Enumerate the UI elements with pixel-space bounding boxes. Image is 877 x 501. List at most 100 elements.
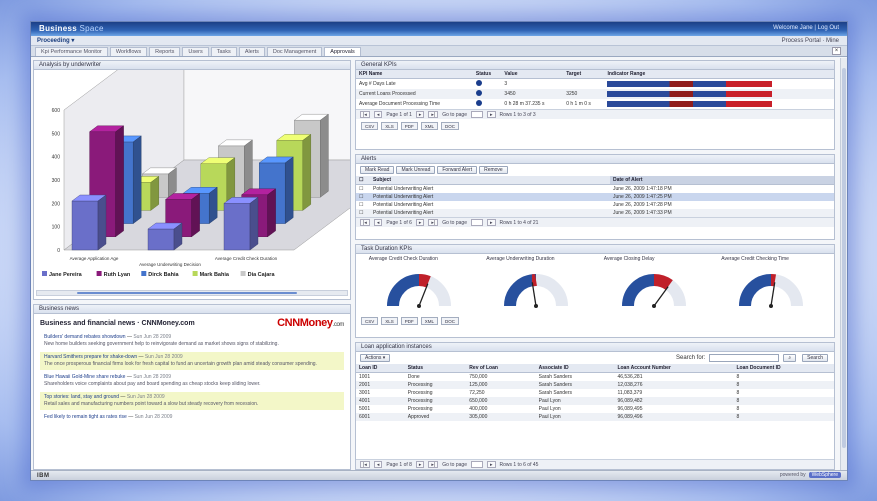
- export-csv-button[interactable]: CSV: [361, 122, 379, 130]
- loan-col-5[interactable]: Loan Document ID: [733, 364, 834, 373]
- col-subject[interactable]: Subject: [370, 176, 610, 185]
- news-item[interactable]: Top stories: land, stay and ground — Sun…: [40, 392, 344, 410]
- news-title[interactable]: Builders' demand rebates showdown: [44, 334, 126, 340]
- select-all-checkbox[interactable]: ☐: [356, 176, 370, 185]
- loan-id[interactable]: 6001: [356, 413, 405, 421]
- goto-input[interactable]: [470, 461, 483, 468]
- loan-id[interactable]: 5001: [356, 405, 405, 413]
- last-page-button[interactable]: ▸|: [428, 219, 439, 226]
- table-row[interactable]: Current Loans Processed 3450 3250: [356, 89, 834, 99]
- tab-0[interactable]: Kpi Performance Monitor: [35, 47, 108, 56]
- alert-action-2-button[interactable]: Forward Alert: [437, 166, 478, 174]
- actions-dropdown[interactable]: Actions ▾: [360, 354, 391, 362]
- bar[interactable]: [223, 196, 259, 251]
- user-links[interactable]: Welcome Jane | Log Out: [773, 25, 839, 31]
- news-item[interactable]: Fed likely to remain tight as rates rise…: [40, 412, 344, 423]
- col-date[interactable]: Date of Alert: [610, 176, 834, 185]
- alert-action-1-button[interactable]: Mark Unread: [396, 166, 436, 174]
- row-checkbox[interactable]: ☐: [356, 201, 370, 209]
- table-row[interactable]: 1001 Done 750,000 Sarah Sanders 46,536,281 8: [356, 373, 834, 382]
- table-row[interactable]: 4001 Processing 650,000 Paul Lyon 96,089,482…: [356, 397, 834, 405]
- tab-4[interactable]: Tasks: [210, 47, 237, 56]
- export-xml-button[interactable]: XML: [420, 122, 439, 130]
- space-menu[interactable]: Proceeding ▾: [37, 38, 74, 44]
- next-page-button[interactable]: ▸: [415, 219, 425, 226]
- news-title[interactable]: Harvard Smithers prepare for shake-down: [44, 354, 137, 360]
- kpi-col-1[interactable]: Status: [472, 70, 502, 79]
- news-title[interactable]: Fed likely to remain tight as rates rise: [44, 414, 127, 420]
- news-item[interactable]: Blue Hawaii Gold-Mine share rebuke — Sun…: [40, 372, 344, 390]
- table-row[interactable]: 6001 Approved 305,000 Paul Lyon 96,089,496 8: [356, 413, 834, 421]
- export-xml-button[interactable]: XML: [420, 317, 439, 325]
- scroll-thumb[interactable]: [842, 68, 846, 448]
- loan-col-3[interactable]: Associate ID: [535, 364, 615, 373]
- tab-6[interactable]: Doc Management: [266, 47, 323, 56]
- kpi-col-0[interactable]: KPI Name: [356, 70, 473, 79]
- goto-input[interactable]: [470, 219, 483, 226]
- export-csv-button[interactable]: CSV: [361, 317, 379, 325]
- table-row[interactable]: 2001 Processing 125,000 Sarah Sanders 12,038…: [356, 381, 834, 389]
- tab-1[interactable]: Workflows: [109, 47, 148, 56]
- table-row[interactable]: ☐ Potential Underwriting Alert June 26, 20…: [356, 185, 834, 194]
- table-row[interactable]: 5001 Processing 400,000 Paul Lyon 96,089,495…: [356, 405, 834, 413]
- loan-id[interactable]: 4001: [356, 397, 405, 405]
- table-row[interactable]: ☐ Potential Underwriting Alert June 26, 20…: [356, 209, 834, 217]
- bar[interactable]: [71, 194, 107, 251]
- alert-action-3-button[interactable]: Remove: [479, 166, 508, 174]
- table-row[interactable]: Avg # Days Late 3: [356, 79, 834, 90]
- kpi-col-2[interactable]: Value: [501, 70, 564, 79]
- loan-id[interactable]: 3001: [356, 389, 405, 397]
- news-item[interactable]: Harvard Smithers prepare for shake-down …: [40, 352, 344, 370]
- loan-id[interactable]: 2001: [356, 381, 405, 389]
- export-xls-button[interactable]: XLS: [381, 317, 398, 325]
- row-checkbox[interactable]: ☐: [356, 209, 370, 217]
- table-row[interactable]: Average Document Processing Time 0 h 28 m…: [356, 99, 834, 109]
- table-row[interactable]: 3001 Processing 72,250 Sarah Sanders 11,083,…: [356, 389, 834, 397]
- next-page-button[interactable]: ▸: [415, 461, 425, 468]
- tab-2[interactable]: Reports: [149, 47, 181, 56]
- alert-action-0-button[interactable]: Mark Read: [360, 166, 395, 174]
- search-input[interactable]: [709, 354, 780, 362]
- export-pdf-button[interactable]: PDF: [400, 317, 418, 325]
- close-icon[interactable]: ×: [832, 47, 841, 55]
- tab-5[interactable]: Alerts: [238, 47, 265, 56]
- loan-col-1[interactable]: Status: [404, 364, 467, 373]
- goto-button[interactable]: ▸: [486, 219, 496, 226]
- loan-col-0[interactable]: Loan ID: [356, 364, 405, 373]
- first-page-button[interactable]: |◂: [360, 461, 370, 468]
- bar[interactable]: [147, 222, 183, 251]
- last-page-button[interactable]: ▸|: [428, 111, 439, 118]
- goto-button[interactable]: ▸: [486, 461, 496, 468]
- export-xls-button[interactable]: XLS: [381, 122, 398, 130]
- table-row[interactable]: ☐ Potential Underwriting Alert June 26, 20…: [356, 201, 834, 209]
- prev-page-button[interactable]: ◂: [373, 219, 383, 226]
- loan-id[interactable]: 1001: [356, 373, 405, 382]
- table-row[interactable]: ☐ Potential Underwriting Alert June 26, 20…: [356, 193, 834, 201]
- menu-right[interactable]: Process Portal · Mine: [782, 36, 839, 46]
- tab-3[interactable]: Users: [182, 47, 209, 56]
- news-title[interactable]: Blue Hawaii Gold-Mine share rebuke: [44, 374, 125, 380]
- kpi-col-3[interactable]: Target: [563, 70, 605, 79]
- goto-button[interactable]: ▸: [486, 111, 496, 118]
- news-title[interactable]: Top stories: land, stay and ground: [44, 394, 119, 400]
- goto-input[interactable]: [470, 111, 483, 118]
- search-button[interactable]: Search: [802, 354, 828, 362]
- export-pdf-button[interactable]: PDF: [400, 122, 418, 130]
- first-page-button[interactable]: |◂: [360, 219, 370, 226]
- scroll-thumb[interactable]: [77, 292, 297, 294]
- loan-col-4[interactable]: Loan Account Number: [614, 364, 734, 373]
- loan-col-2[interactable]: Rev of Loan: [466, 364, 536, 373]
- first-page-button[interactable]: |◂: [360, 111, 370, 118]
- search-icon[interactable]: ⌕: [783, 354, 797, 362]
- news-item[interactable]: Builders' demand rebates showdown — Sun …: [40, 332, 344, 350]
- export-doc-button[interactable]: DOC: [441, 317, 460, 325]
- kpi-col-4[interactable]: Indicator Range: [604, 70, 834, 79]
- prev-page-button[interactable]: ◂: [373, 111, 383, 118]
- tab-7[interactable]: Approvals: [324, 47, 361, 56]
- row-checkbox[interactable]: ☐: [356, 185, 370, 194]
- next-page-button[interactable]: ▸: [415, 111, 425, 118]
- prev-page-button[interactable]: ◂: [373, 461, 383, 468]
- export-doc-button[interactable]: DOC: [441, 122, 460, 130]
- page-scrollbar[interactable]: [840, 58, 847, 470]
- last-page-button[interactable]: ▸|: [428, 461, 439, 468]
